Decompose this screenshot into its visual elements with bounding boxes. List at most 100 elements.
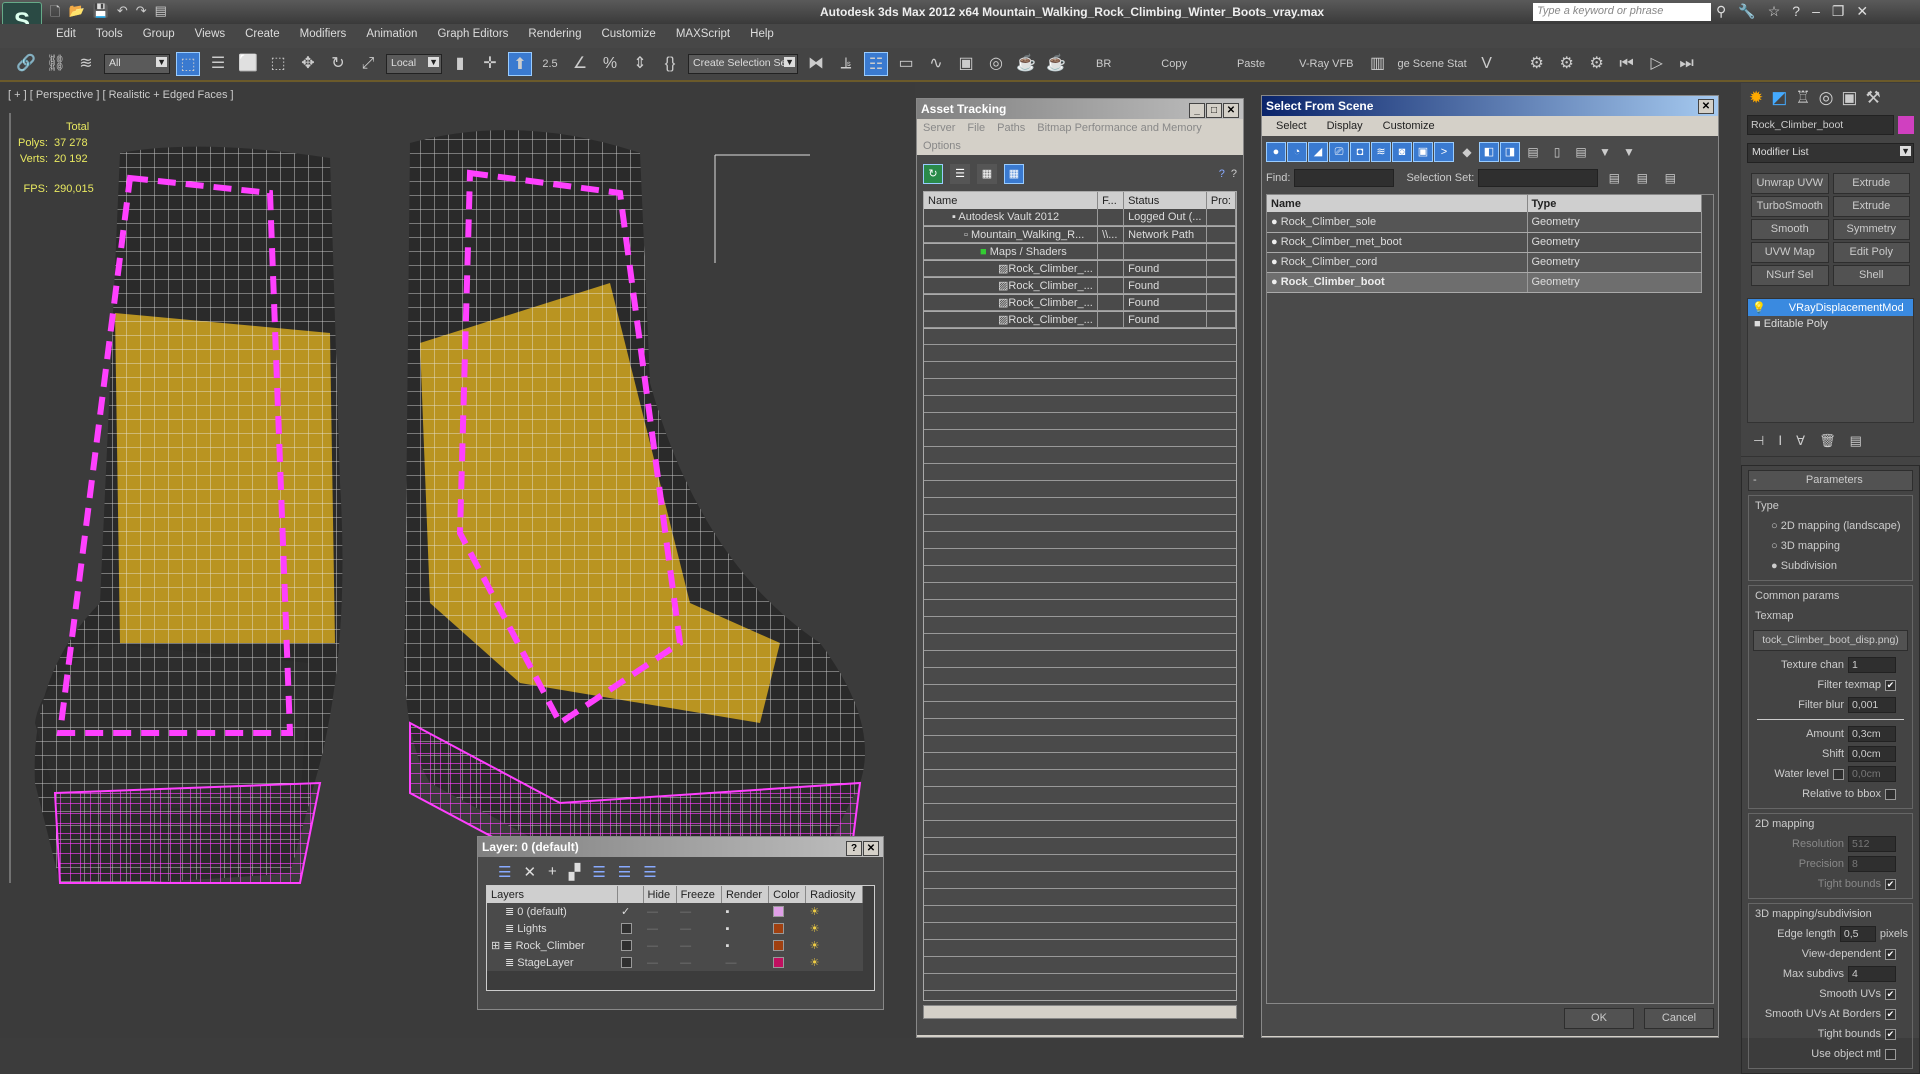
- selection-set-dropdown[interactable]: [1478, 169, 1599, 187]
- table-row[interactable]: ▨Rock_Climber_... Found: [924, 311, 1237, 329]
- table-row[interactable]: ▫ Mountain_Walking_R... \\... Network Path: [924, 226, 1237, 244]
- texmap-button[interactable]: tock_Climber_boot_disp.png): [1753, 630, 1908, 651]
- parameters-rollout-header[interactable]: - Parameters: [1748, 470, 1913, 491]
- object-name-input[interactable]: Rock_Climber_boot: [1747, 115, 1895, 135]
- lightbulb-icon[interactable]: 💡: [1752, 302, 1766, 314]
- render-icon[interactable]: ▪: [721, 937, 768, 954]
- tool-icon[interactable]: ⚙: [1585, 52, 1609, 76]
- table-row[interactable]: ▨Rock_Climber_... Found: [924, 260, 1237, 278]
- highlight-layer-icon[interactable]: ☰: [592, 863, 605, 883]
- add-to-layer-icon[interactable]: +: [548, 863, 557, 883]
- make-unique-icon[interactable]: ∀: [1796, 433, 1805, 454]
- filter-texmap-checkbox[interactable]: ✔: [1885, 679, 1896, 691]
- use-object-mtl-checkbox[interactable]: [1885, 1048, 1896, 1060]
- render-setup-icon[interactable]: ☕: [1014, 52, 1038, 76]
- layer-row[interactable]: ⊞ ≣ Rock_Climber ― ― ▪ ☀: [487, 937, 863, 954]
- table-row[interactable]: ▨Rock_Climber_... Found: [924, 277, 1237, 295]
- close-button[interactable]: ✕: [1223, 103, 1239, 118]
- mirror-icon[interactable]: ⧓: [804, 52, 828, 76]
- new-file-icon[interactable]: 🗋: [50, 3, 60, 25]
- paste-button[interactable]: Paste: [1215, 58, 1287, 70]
- scene-stats-button[interactable]: ge Scene Stat: [1396, 58, 1469, 70]
- shift-spinner[interactable]: 0,0cm: [1848, 746, 1896, 762]
- smooth-uvs-borders-checkbox[interactable]: ✔: [1885, 1008, 1896, 1020]
- uvw-map-button[interactable]: UVW Map: [1751, 242, 1829, 263]
- turbosmooth-button[interactable]: TurboSmooth: [1751, 196, 1829, 217]
- filter-options-icon[interactable]: ▼: [1617, 140, 1641, 164]
- symmetry-button[interactable]: Symmetry: [1832, 219, 1910, 240]
- helpers-filter-icon[interactable]: ◘: [1350, 142, 1370, 162]
- nsurf-sel-button[interactable]: NSurf Sel: [1751, 265, 1829, 286]
- br-button[interactable]: BR: [1074, 58, 1133, 70]
- menu-modifiers[interactable]: Modifiers: [290, 24, 357, 46]
- select-invert-icon[interactable]: ▤: [1569, 140, 1593, 164]
- current-layer-checkbox[interactable]: [621, 940, 632, 952]
- select-object-icon[interactable]: ⬚: [176, 52, 200, 76]
- viewport-label[interactable]: [ + ] [ Perspective ] [ Realistic + Edge…: [8, 89, 234, 101]
- restore-icon[interactable]: ❐: [1832, 3, 1845, 20]
- hidden-filter-icon[interactable]: ◨: [1500, 142, 1520, 162]
- menu-display[interactable]: Display: [1327, 120, 1363, 132]
- remove-modifier-icon[interactable]: 🗑: [1819, 433, 1836, 454]
- cancel-button[interactable]: Cancel: [1644, 1008, 1714, 1029]
- menu-server[interactable]: Server: [923, 122, 955, 134]
- edge-length-spinner[interactable]: 0,5: [1839, 926, 1876, 942]
- table-view-icon[interactable]: ▦: [1004, 164, 1024, 184]
- col-radiosity[interactable]: Radiosity: [805, 886, 863, 903]
- horizontal-scrollbar[interactable]: [923, 1005, 1237, 1019]
- pivot-icon[interactable]: ▮: [448, 52, 472, 76]
- col-freeze[interactable]: Freeze: [676, 886, 722, 903]
- script-icon[interactable]: ⚙: [1525, 52, 1549, 76]
- menu-customize[interactable]: Customize: [591, 24, 665, 46]
- layer-row[interactable]: ≣ StageLayer ― ― ― ☀: [487, 954, 863, 971]
- smooth-uvs-checkbox[interactable]: ✔: [1885, 988, 1896, 1000]
- modifier-list-dropdown[interactable]: Modifier List: [1747, 143, 1914, 163]
- selection-filter-dropdown[interactable]: All: [104, 54, 170, 74]
- manipulate-icon[interactable]: ✛: [478, 52, 502, 76]
- stack-item-vraydisplacement[interactable]: 💡 VRayDisplacementMod: [1748, 299, 1913, 316]
- open-file-icon[interactable]: 📂: [68, 3, 84, 25]
- table-row[interactable]: ▪ Autodesk Vault 2012 Logged Out (...: [924, 209, 1237, 227]
- selset-add-icon[interactable]: ▤: [1602, 166, 1626, 190]
- snaps-toggle-icon[interactable]: 2.5: [538, 52, 562, 76]
- texture-chan-spinner[interactable]: 1: [1848, 657, 1896, 673]
- relative-bbox-checkbox[interactable]: [1885, 788, 1896, 800]
- filter-blur-spinner[interactable]: 0,001: [1848, 697, 1896, 713]
- copy-button[interactable]: Copy: [1139, 58, 1209, 70]
- help-icon[interactable]: ?: [1792, 3, 1800, 20]
- containers-filter-icon[interactable]: ◆: [1455, 140, 1479, 164]
- menu-views[interactable]: Views: [185, 24, 235, 46]
- motion-tab-icon[interactable]: ◎: [1819, 88, 1834, 108]
- layer-color-swatch[interactable]: [772, 923, 784, 935]
- select-all-icon[interactable]: ▤: [1521, 140, 1545, 164]
- select-rotate-icon[interactable]: ↻: [326, 52, 350, 76]
- filter-icon[interactable]: ▼: [1593, 140, 1617, 164]
- water-level-spinner[interactable]: 0,0cm: [1848, 766, 1896, 782]
- resolution-spinner[interactable]: 512: [1848, 836, 1896, 852]
- edit-poly-button[interactable]: Edit Poly: [1832, 242, 1910, 263]
- project-icon[interactable]: ▤: [155, 3, 167, 25]
- search-input[interactable]: Type a keyword or phrase: [1533, 3, 1711, 21]
- curve-editor-icon[interactable]: ∿: [924, 52, 948, 76]
- view-dependent-checkbox[interactable]: ✔: [1885, 948, 1896, 960]
- play-icon[interactable]: ▷: [1645, 52, 1669, 76]
- col-render[interactable]: Render: [721, 886, 770, 903]
- extrude-button-2[interactable]: Extrude: [1832, 196, 1910, 217]
- pin-stack-icon[interactable]: ⊣: [1753, 433, 1764, 454]
- close-button[interactable]: ✕: [1698, 99, 1714, 114]
- render-icon[interactable]: ▪: [721, 920, 768, 937]
- freeze-all-icon[interactable]: ☰: [643, 863, 656, 883]
- table-row[interactable]: ● Rock_Climber_sole Geometry: [1267, 212, 1702, 233]
- next-icon[interactable]: ⏭: [1675, 52, 1699, 76]
- menu-bitmap-performance[interactable]: Bitmap Performance and Memory: [1037, 122, 1201, 134]
- menu-paths[interactable]: Paths: [997, 122, 1025, 134]
- col-hide[interactable]: Hide: [643, 886, 677, 903]
- vray-logo-icon[interactable]: V: [1475, 52, 1499, 76]
- select-scale-icon[interactable]: ⤢: [356, 52, 380, 76]
- whats-this-icon[interactable]: ?: [1231, 168, 1237, 180]
- unwrap-uvw-button[interactable]: Unwrap UVW: [1751, 173, 1829, 194]
- select-move-icon[interactable]: ✥: [296, 52, 320, 76]
- select-by-name-icon[interactable]: ☰: [206, 52, 230, 76]
- keyboard-shortcut-icon[interactable]: ⬆: [508, 52, 532, 76]
- table-row[interactable]: ▨Rock_Climber_... Found: [924, 294, 1237, 312]
